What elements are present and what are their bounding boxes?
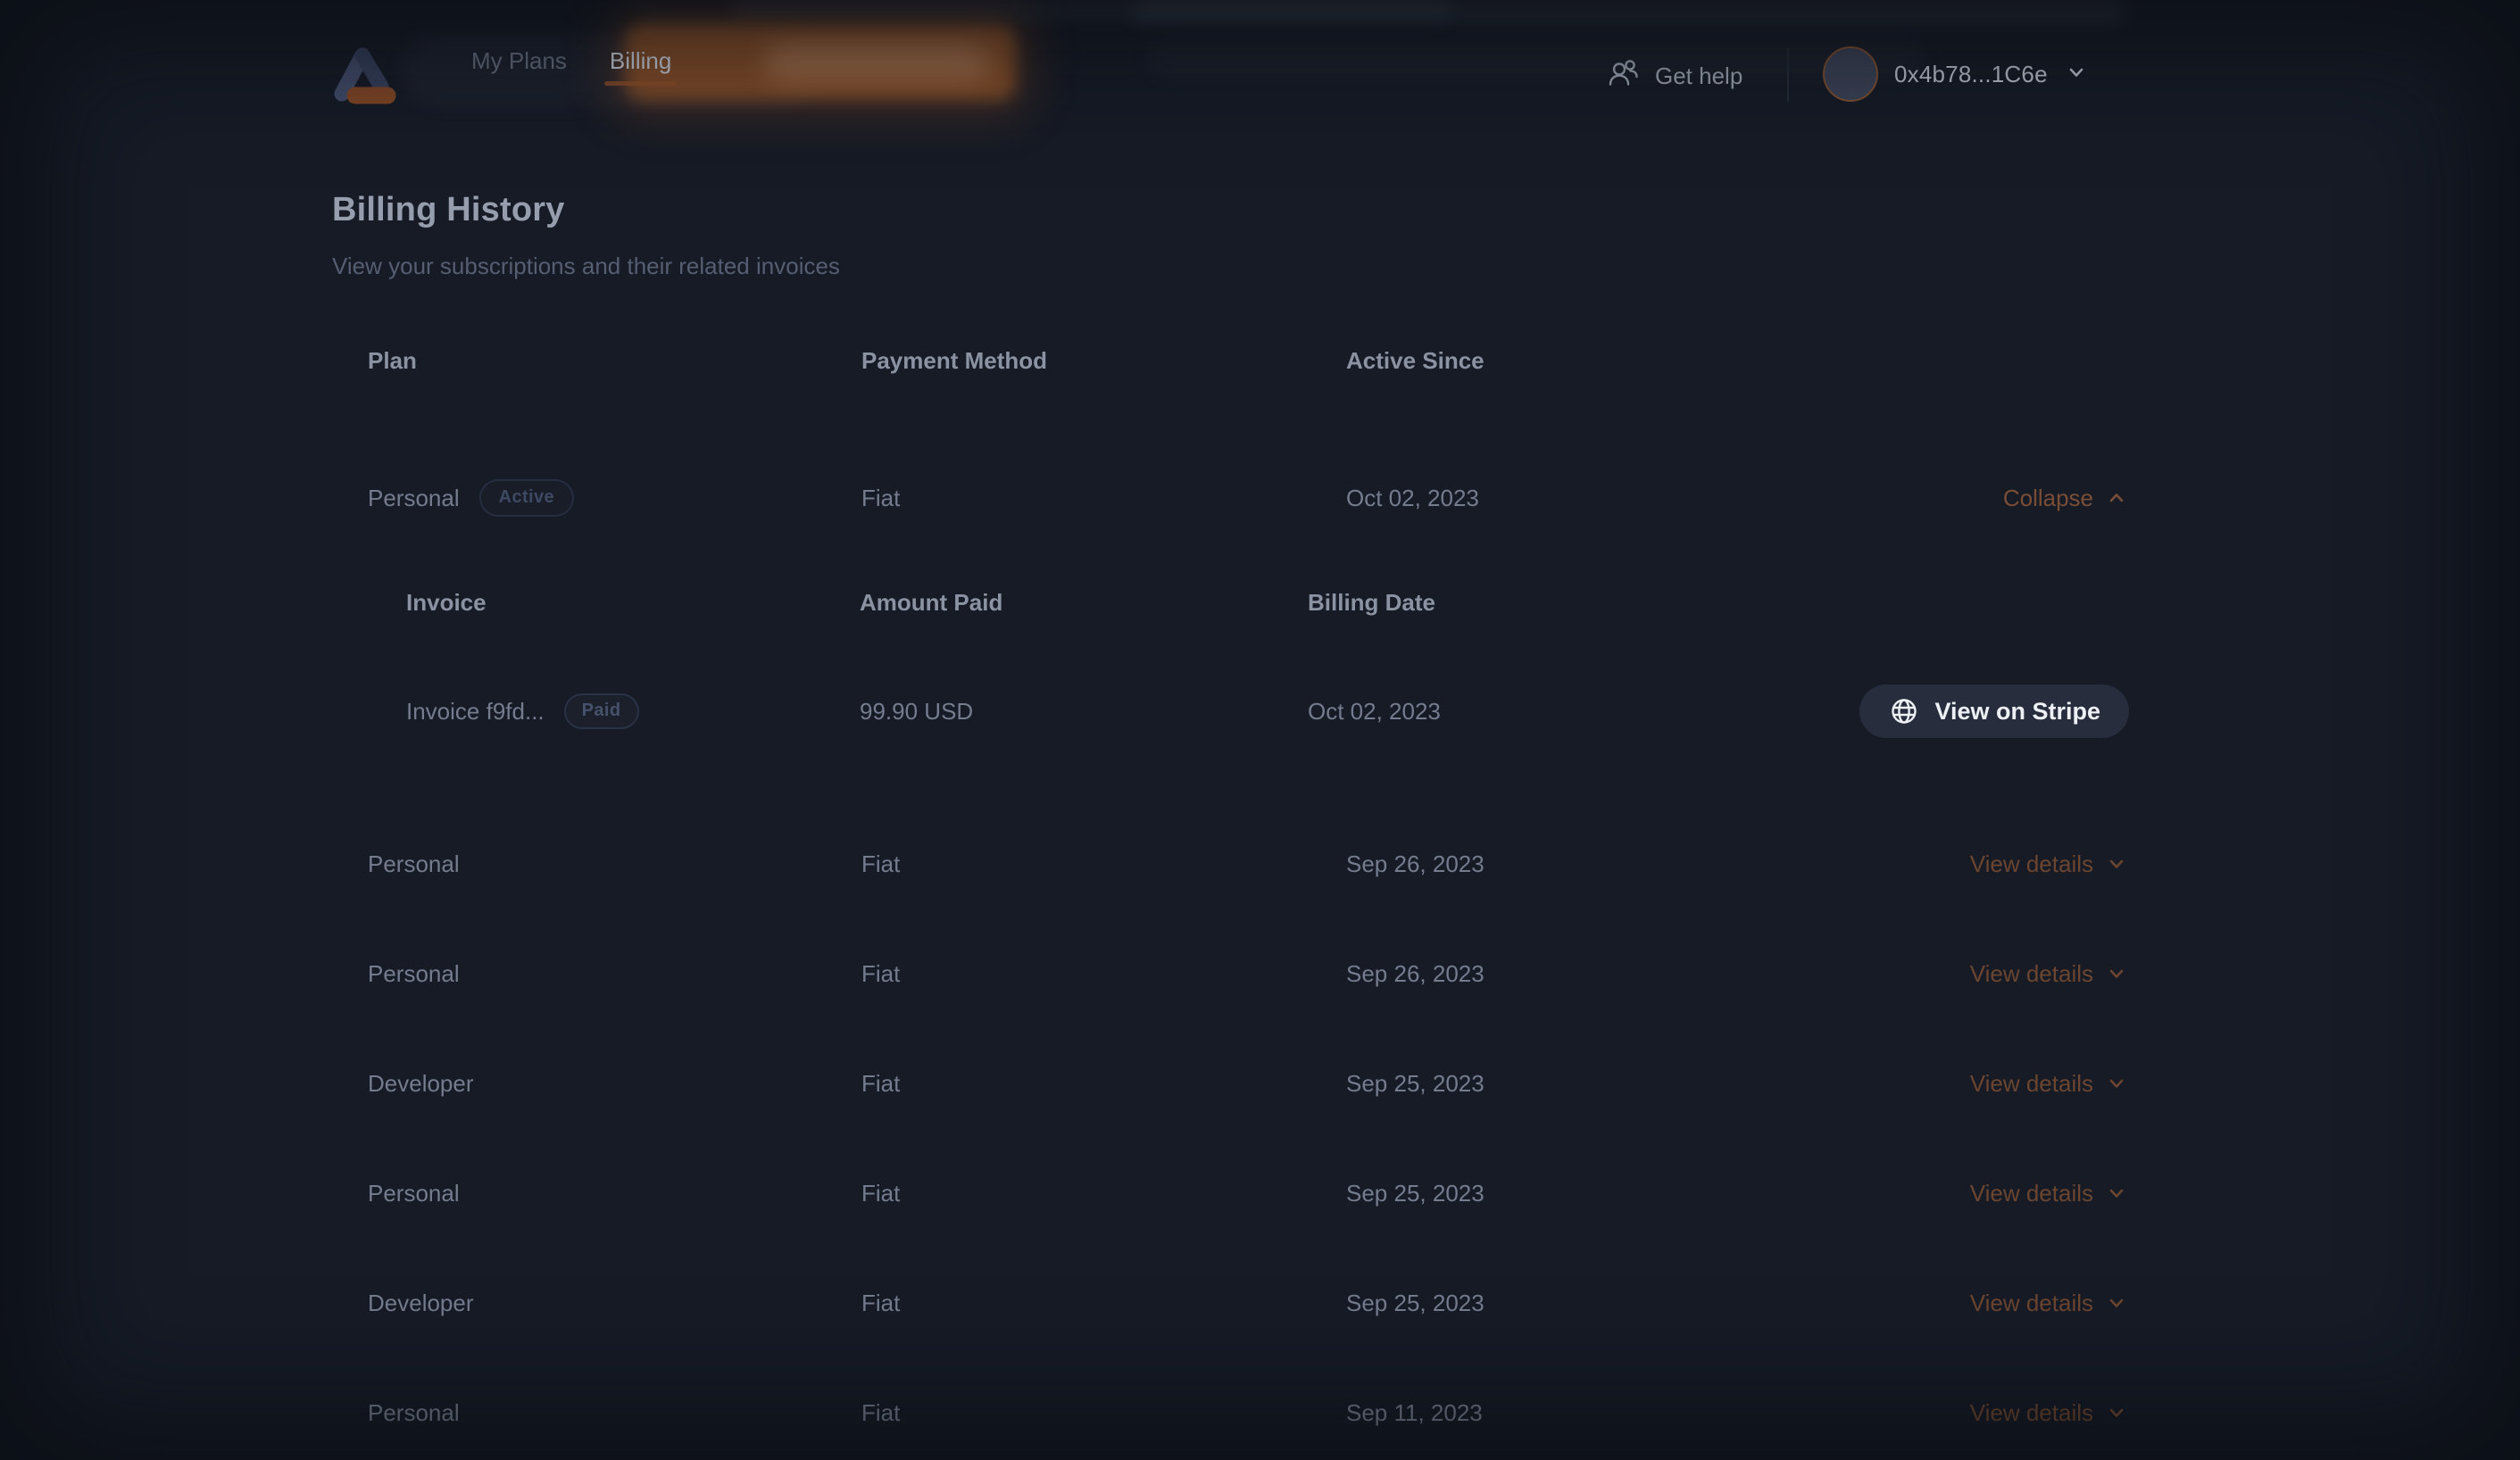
plan-name: Personal bbox=[368, 960, 861, 988]
plan-name: Developer bbox=[368, 1290, 861, 1317]
chevron-down-icon bbox=[2104, 1181, 2129, 1206]
view-details-link[interactable]: View details bbox=[1970, 960, 2129, 988]
plan-name: Developer bbox=[368, 1070, 861, 1098]
redacted-blur bbox=[1147, 41, 1924, 75]
get-help-label: Get help bbox=[1655, 62, 1742, 90]
status-badge-active: Active bbox=[479, 479, 574, 517]
triangle-logo-icon[interactable] bbox=[330, 45, 400, 109]
view-details-link[interactable]: View details bbox=[1970, 1180, 2129, 1207]
chevron-down-icon bbox=[2104, 961, 2129, 986]
subscription-row: Developer Fiat Sep 25, 2023 View details bbox=[368, 1057, 2129, 1110]
redacted-promo-button bbox=[625, 23, 1016, 100]
payment-method: Fiat bbox=[861, 485, 1346, 512]
view-on-stripe-button[interactable]: View on Stripe bbox=[1859, 684, 2129, 738]
active-since: Sep 25, 2023 bbox=[1346, 1070, 1792, 1098]
payment-method: Fiat bbox=[861, 1290, 1346, 1317]
payment-method: Fiat bbox=[861, 850, 1346, 878]
subscription-row: Personal Fiat Sep 26, 2023 View details bbox=[368, 837, 2129, 891]
wallet-address: 0x4b78...1C6e bbox=[1894, 61, 2048, 88]
view-details-link[interactable]: View details bbox=[1970, 1070, 2129, 1098]
payment-method: Fiat bbox=[861, 1070, 1346, 1098]
header-active-since: Active Since bbox=[1346, 347, 1792, 375]
redacted-blur bbox=[730, 0, 1455, 21]
plan-name: Personal bbox=[368, 1399, 861, 1427]
subscription-rows: Personal Fiat Sep 26, 2023 View details … bbox=[368, 837, 2129, 1460]
view-details-link[interactable]: View details bbox=[1970, 850, 2129, 878]
active-since: Sep 25, 2023 bbox=[1346, 1180, 1792, 1207]
active-since: Sep 26, 2023 bbox=[1346, 960, 1792, 988]
nav-divider bbox=[1787, 48, 1789, 102]
active-since: Oct 02, 2023 bbox=[1346, 485, 1792, 512]
header-invoice: Invoice bbox=[406, 589, 860, 617]
payment-method: Fiat bbox=[861, 960, 1346, 988]
collapse-link[interactable]: Collapse bbox=[2003, 485, 2129, 512]
account-menu[interactable]: 0x4b78...1C6e bbox=[1823, 45, 2089, 104]
plan-name: Personal bbox=[368, 485, 460, 512]
redacted-blur bbox=[764, 43, 989, 80]
header-billing-date: Billing Date bbox=[1308, 589, 1754, 617]
tab-my-plans[interactable]: My Plans bbox=[471, 36, 567, 86]
view-details-link[interactable]: View details bbox=[1970, 1399, 2129, 1427]
chevron-down-icon bbox=[2104, 1400, 2129, 1425]
plan-name: Personal bbox=[368, 1180, 861, 1207]
subscription-row: Personal Fiat Sep 11, 2023 View details bbox=[368, 1386, 2129, 1439]
header-plan: Plan bbox=[368, 347, 861, 375]
page-subtitle: View your subscriptions and their relate… bbox=[332, 253, 840, 280]
billing-page: My Plans Billing Get help 0x4b78...1C6e … bbox=[0, 0, 2520, 1460]
subscription-row: Personal Fiat Sep 25, 2023 View details bbox=[368, 1166, 2129, 1220]
subscription-row: Personal Fiat Sep 26, 2023 View details bbox=[368, 947, 2129, 1000]
page-title: Billing History bbox=[332, 191, 565, 229]
chevron-up-icon bbox=[2104, 485, 2129, 510]
active-since: Sep 26, 2023 bbox=[1346, 850, 1792, 878]
chevron-down-icon bbox=[2104, 851, 2129, 876]
invoice-id: Invoice f9fd... bbox=[406, 698, 545, 726]
view-details-link[interactable]: View details bbox=[1970, 1290, 2129, 1317]
nav-tabs: My Plans Billing bbox=[471, 36, 671, 86]
tab-billing[interactable]: Billing bbox=[610, 36, 671, 86]
subscription-row: Developer Fiat Sep 25, 2023 View details bbox=[368, 1276, 2129, 1330]
avatar bbox=[1823, 46, 1878, 102]
table-header-row: Plan Payment Method Active Since bbox=[368, 345, 2129, 376]
chevron-down-icon bbox=[2104, 1071, 2129, 1096]
active-since: Sep 25, 2023 bbox=[1346, 1290, 1792, 1317]
people-icon bbox=[1607, 56, 1641, 96]
amount-paid: 99.90 USD bbox=[860, 698, 1308, 726]
status-badge-paid: Paid bbox=[564, 693, 639, 729]
header-payment-method: Payment Method bbox=[861, 347, 1346, 375]
invoice-table-header-row: Invoice Amount Paid Billing Date bbox=[368, 587, 2129, 618]
get-help-button[interactable]: Get help bbox=[1607, 50, 1742, 102]
chevron-down-icon bbox=[2064, 60, 2089, 89]
billing-date: Oct 02, 2023 bbox=[1308, 698, 1754, 726]
payment-method: Fiat bbox=[861, 1180, 1346, 1207]
active-since: Sep 11, 2023 bbox=[1346, 1399, 1792, 1427]
payment-method: Fiat bbox=[861, 1399, 1346, 1427]
header-amount-paid: Amount Paid bbox=[860, 589, 1308, 617]
subscription-row-expanded: Personal Active Fiat Oct 02, 2023 Collap… bbox=[368, 471, 2129, 525]
plan-name: Personal bbox=[368, 850, 861, 878]
invoice-row: Invoice f9fd... Paid 99.90 USD Oct 02, 2… bbox=[368, 682, 2129, 741]
globe-icon bbox=[1888, 695, 1920, 727]
chevron-down-icon bbox=[2104, 1290, 2129, 1315]
redacted-blur bbox=[1132, 0, 2127, 25]
